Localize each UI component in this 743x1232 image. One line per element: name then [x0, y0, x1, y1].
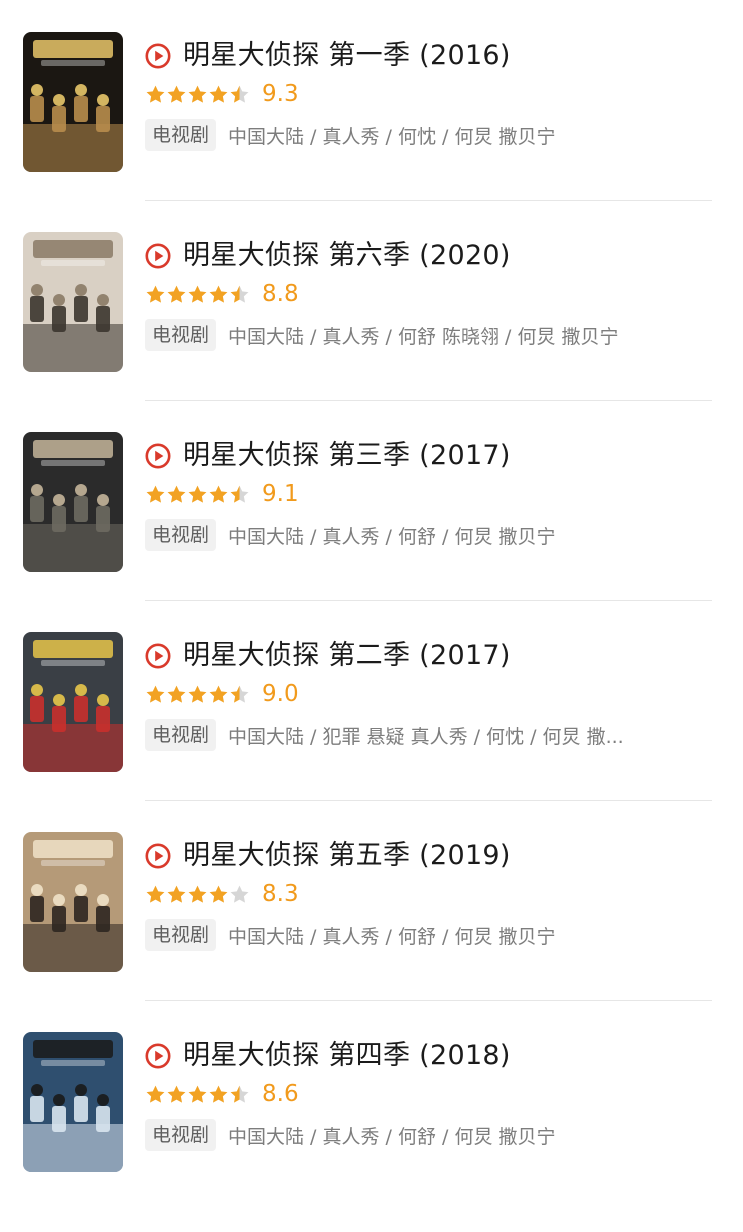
- poster-image[interactable]: [23, 1032, 123, 1172]
- meta-row: 电视剧 中国大陆 / 犯罪 悬疑 真人秀 / 何忱 / 何炅 撒...: [145, 718, 705, 752]
- item-meta: 中国大陆 / 真人秀 / 何忱 / 何炅 撒贝宁: [228, 125, 556, 148]
- poster-image[interactable]: [23, 832, 123, 972]
- rating-score: 9.0: [262, 681, 299, 707]
- rating-score: 8.8: [262, 281, 299, 307]
- star-icon: [230, 485, 249, 503]
- title-row[interactable]: 明星大侦探 第六季 (2020): [145, 236, 511, 276]
- rating-row: 9.1: [145, 476, 299, 512]
- type-badge: 电视剧: [145, 919, 217, 951]
- play-circle-icon: [145, 1043, 171, 1069]
- star-icon: [167, 885, 186, 903]
- star-icon: [188, 485, 207, 503]
- divider: [145, 200, 712, 201]
- result-item[interactable]: 明星大侦探 第五季 (2019) 8.3 电视剧 中国大陆 / 真人秀 / 何舒 / …: [0, 832, 743, 1032]
- star-icon: [188, 885, 207, 903]
- rating-score: 9.3: [262, 81, 299, 107]
- play-circle-icon: [145, 243, 171, 269]
- star-icon: [146, 285, 165, 303]
- poster-image[interactable]: [23, 232, 123, 372]
- meta-row: 电视剧 中国大陆 / 真人秀 / 何舒 / 何炅 撒贝宁: [145, 518, 705, 552]
- title-row[interactable]: 明星大侦探 第一季 (2016): [145, 36, 511, 76]
- item-meta: 中国大陆 / 真人秀 / 何舒 陈晓翎 / 何炅 撒贝宁: [228, 325, 619, 348]
- result-item[interactable]: 明星大侦探 第一季 (2016) 9.3 电视剧 中国大陆 / 真人秀 / 何忱 / …: [0, 32, 743, 232]
- rating-score: 9.1: [262, 481, 299, 507]
- star-icon: [230, 285, 249, 303]
- star-icon: [188, 1085, 207, 1103]
- star-icon: [146, 485, 165, 503]
- result-item[interactable]: 明星大侦探 第三季 (2017) 9.1 电视剧 中国大陆 / 真人秀 / 何舒 / …: [0, 432, 743, 632]
- title-row[interactable]: 明星大侦探 第五季 (2019): [145, 836, 511, 876]
- star-rating: [145, 284, 250, 305]
- star-icon: [146, 685, 165, 703]
- item-meta: 中国大陆 / 真人秀 / 何舒 / 何炅 撒贝宁: [228, 1125, 556, 1148]
- star-rating: [145, 884, 250, 905]
- item-title: 明星大侦探 第四季 (2018): [183, 1040, 511, 1071]
- item-title: 明星大侦探 第五季 (2019): [183, 840, 511, 871]
- result-item[interactable]: 明星大侦探 第四季 (2018) 8.6 电视剧 中国大陆 / 真人秀 / 何舒 / …: [0, 1032, 743, 1232]
- star-icon: [209, 685, 228, 703]
- star-icon: [230, 85, 249, 103]
- meta-row: 电视剧 中国大陆 / 真人秀 / 何舒 / 何炅 撒贝宁: [145, 1118, 705, 1152]
- meta-row: 电视剧 中国大陆 / 真人秀 / 何忱 / 何炅 撒贝宁: [145, 118, 705, 152]
- play-circle-icon: [145, 643, 171, 669]
- star-icon: [167, 85, 186, 103]
- play-circle-icon: [145, 443, 171, 469]
- star-rating: [145, 684, 250, 705]
- title-row[interactable]: 明星大侦探 第四季 (2018): [145, 1036, 511, 1076]
- star-icon: [230, 1085, 249, 1103]
- item-title: 明星大侦探 第二季 (2017): [183, 640, 511, 671]
- title-row[interactable]: 明星大侦探 第三季 (2017): [145, 436, 511, 476]
- title-row[interactable]: 明星大侦探 第二季 (2017): [145, 636, 511, 676]
- star-rating: [145, 484, 250, 505]
- star-icon: [209, 885, 228, 903]
- star-icon: [230, 685, 249, 703]
- rating-row: 8.3: [145, 876, 299, 912]
- meta-row: 电视剧 中国大陆 / 真人秀 / 何舒 陈晓翎 / 何炅 撒贝宁: [145, 318, 705, 352]
- type-badge: 电视剧: [145, 319, 217, 351]
- rating-score: 8.3: [262, 881, 299, 907]
- poster-image[interactable]: [23, 32, 123, 172]
- result-item[interactable]: 明星大侦探 第二季 (2017) 9.0 电视剧 中国大陆 / 犯罪 悬疑 真人秀 /…: [0, 632, 743, 832]
- poster-image[interactable]: [23, 632, 123, 772]
- poster-image[interactable]: [23, 432, 123, 572]
- star-icon: [167, 285, 186, 303]
- type-badge: 电视剧: [145, 119, 217, 151]
- item-title: 明星大侦探 第三季 (2017): [183, 440, 511, 471]
- divider: [145, 400, 712, 401]
- meta-row: 电视剧 中国大陆 / 真人秀 / 何舒 / 何炅 撒贝宁: [145, 918, 705, 952]
- star-icon: [146, 1085, 165, 1103]
- star-icon: [188, 85, 207, 103]
- star-icon: [209, 485, 228, 503]
- rating-row: 8.8: [145, 276, 299, 312]
- divider: [145, 800, 712, 801]
- type-badge: 电视剧: [145, 719, 217, 751]
- play-circle-icon: [145, 843, 171, 869]
- item-title: 明星大侦探 第一季 (2016): [183, 40, 511, 71]
- star-icon: [167, 685, 186, 703]
- star-icon: [209, 285, 228, 303]
- star-icon: [167, 1085, 186, 1103]
- result-item[interactable]: 明星大侦探 第六季 (2020) 8.8 电视剧 中国大陆 / 真人秀 / 何舒 陈晓…: [0, 232, 743, 432]
- item-title: 明星大侦探 第六季 (2020): [183, 240, 511, 271]
- star-icon: [146, 885, 165, 903]
- type-badge: 电视剧: [145, 1119, 217, 1151]
- star-icon: [167, 485, 186, 503]
- star-icon: [188, 685, 207, 703]
- star-icon: [209, 85, 228, 103]
- star-rating: [145, 1084, 250, 1105]
- rating-row: 9.0: [145, 676, 299, 712]
- star-icon: [146, 85, 165, 103]
- star-icon: [209, 1085, 228, 1103]
- rating-row: 9.3: [145, 76, 299, 112]
- star-rating: [145, 84, 250, 105]
- item-meta: 中国大陆 / 犯罪 悬疑 真人秀 / 何忱 / 何炅 撒...: [228, 725, 624, 748]
- item-meta: 中国大陆 / 真人秀 / 何舒 / 何炅 撒贝宁: [228, 525, 556, 548]
- type-badge: 电视剧: [145, 519, 217, 551]
- item-meta: 中国大陆 / 真人秀 / 何舒 / 何炅 撒贝宁: [228, 925, 556, 948]
- divider: [145, 1000, 712, 1001]
- divider: [145, 600, 712, 601]
- play-circle-icon: [145, 43, 171, 69]
- star-icon: [188, 285, 207, 303]
- star-icon: [230, 885, 249, 903]
